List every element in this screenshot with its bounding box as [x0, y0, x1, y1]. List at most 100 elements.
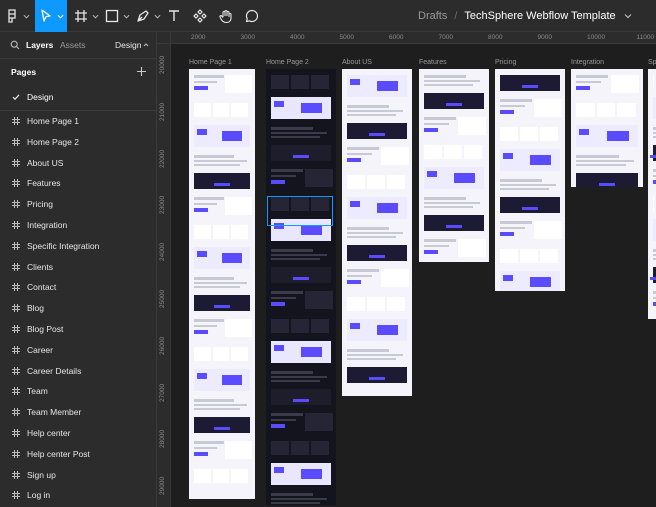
text-line — [271, 371, 313, 374]
page-item-clients[interactable]: Clients — [0, 257, 157, 277]
page-item-help-center-post[interactable]: Help center Post — [0, 444, 157, 464]
frame-hash-icon — [75, 10, 87, 22]
text-line — [347, 236, 396, 238]
tab-layers[interactable]: Layers — [26, 40, 53, 50]
feature-card — [212, 103, 230, 117]
heading-line — [194, 441, 224, 444]
heading-line — [194, 319, 224, 322]
page-item-home-page-1[interactable]: Home Page 1 — [0, 111, 157, 131]
hero-image — [533, 99, 562, 117]
comment-tool-button[interactable] — [241, 0, 263, 32]
text-line — [194, 203, 218, 205]
page-frame-thumbnail[interactable] — [189, 69, 255, 499]
accent-block — [274, 345, 284, 351]
page-item-about-us[interactable]: About US — [0, 153, 157, 173]
dark-banner — [271, 145, 331, 161]
page-frame-thumbnail[interactable] — [342, 69, 412, 396]
frame-tool-button[interactable] — [72, 0, 100, 32]
page-item-blog-post[interactable]: Blog Post — [0, 319, 157, 339]
ruler-x-tick: 5000 — [339, 34, 354, 41]
page-item-sign-up[interactable]: Sign up — [0, 465, 157, 485]
heading-line — [500, 221, 532, 224]
heading-line — [271, 169, 303, 172]
feature-card — [194, 469, 211, 483]
breadcrumb-folder[interactable]: Drafts — [418, 10, 447, 22]
frame-label[interactable]: Home Page 1 — [189, 59, 232, 66]
page-item-label: Design — [27, 92, 54, 102]
frame-label[interactable]: Pricing — [495, 59, 516, 66]
hash-icon — [12, 304, 20, 313]
shape-tool-button[interactable] — [103, 0, 131, 32]
hero-image — [304, 413, 333, 431]
hand-tool-button[interactable] — [215, 0, 237, 32]
text-line — [271, 376, 327, 378]
feature-card — [520, 249, 538, 263]
frame-label[interactable]: About US — [342, 59, 372, 66]
resources-tool-button[interactable] — [189, 0, 211, 32]
cta-button — [500, 232, 514, 236]
hero-image — [457, 117, 486, 135]
page-item-design[interactable]: Design — [0, 87, 157, 107]
page-item-career[interactable]: Career — [0, 340, 157, 360]
dark-banner — [424, 93, 484, 109]
page-frame-thumbnail[interactable] — [419, 69, 489, 262]
main-menu-button[interactable] — [0, 0, 34, 32]
hash-icon — [12, 470, 20, 479]
banner-button — [214, 183, 230, 186]
page-item-specific-integration[interactable]: Specific Integration — [0, 236, 157, 256]
tab-design[interactable]: Design — [115, 40, 141, 50]
page-item-features[interactable]: Features — [0, 173, 157, 193]
page-item-team[interactable]: Team — [0, 381, 157, 401]
heading-line — [347, 147, 379, 150]
selection-outline[interactable] — [267, 196, 333, 226]
text-tool-button[interactable] — [163, 0, 185, 32]
chevron-up-icon[interactable] — [143, 42, 149, 48]
feature-card — [194, 103, 211, 117]
chevron-down-icon[interactable] — [624, 12, 632, 20]
feature-card — [596, 103, 616, 117]
banner-button — [522, 85, 538, 88]
figma-logo-icon — [8, 9, 16, 23]
search-icon[interactable] — [10, 40, 20, 50]
page-frame-thumbnail[interactable] — [495, 69, 565, 291]
hero-image — [304, 291, 333, 309]
page-item-team-member[interactable]: Team Member — [0, 402, 157, 422]
hash-icon — [12, 179, 20, 188]
page-item-integration[interactable]: Integration — [0, 215, 157, 235]
frame-label[interactable]: Sp — [648, 59, 656, 66]
page-item-home-page-2[interactable]: Home Page 2 — [0, 132, 157, 152]
vertical-ruler: 20000 21000 22000 23000 24000 25000 26000 27000… — [157, 44, 171, 507]
page-item-label: Blog — [27, 303, 45, 314]
banner-button — [293, 155, 309, 158]
canvas[interactable]: 2000 3000 4000 5000 6000 7000 8000 9000 10000 110… — [157, 32, 656, 507]
page-item-label: Integration — [27, 220, 68, 230]
hash-icon — [12, 345, 20, 354]
feature-card — [212, 469, 230, 483]
feature-card — [231, 347, 248, 361]
page-item-contact[interactable]: Contact — [0, 277, 157, 297]
tab-assets[interactable]: Assets — [60, 40, 86, 50]
page-item-help-center[interactable]: Help center — [0, 423, 157, 443]
frame-label[interactable]: Home Page 2 — [266, 59, 309, 66]
heading-line — [500, 99, 532, 102]
add-page-icon[interactable] — [136, 66, 147, 77]
page-item-log-in[interactable]: Log in — [0, 485, 157, 505]
pen-tool-button[interactable] — [134, 0, 162, 32]
text-line — [194, 404, 247, 406]
frame-label[interactable]: Features — [419, 59, 447, 66]
page-item-pricing[interactable]: Pricing — [0, 194, 157, 214]
frame-label[interactable]: Integration — [571, 59, 604, 66]
file-name[interactable]: TechSphere Webflow Template — [464, 10, 615, 22]
feature-card — [576, 103, 595, 117]
page-frame-thumbnail[interactable] — [648, 69, 656, 319]
text-line — [424, 197, 466, 200]
page-item-label: Help center — [27, 428, 71, 438]
feature-card — [194, 225, 211, 239]
move-tool-button[interactable] — [35, 0, 67, 32]
page-frame-thumbnail[interactable] — [266, 69, 336, 505]
page-frame-thumbnail[interactable] — [571, 69, 643, 187]
page-item-blog[interactable]: Blog — [0, 298, 157, 318]
feature-card — [291, 319, 309, 333]
page-item-career-details[interactable]: Career Details — [0, 361, 157, 381]
feature-card — [271, 441, 289, 455]
